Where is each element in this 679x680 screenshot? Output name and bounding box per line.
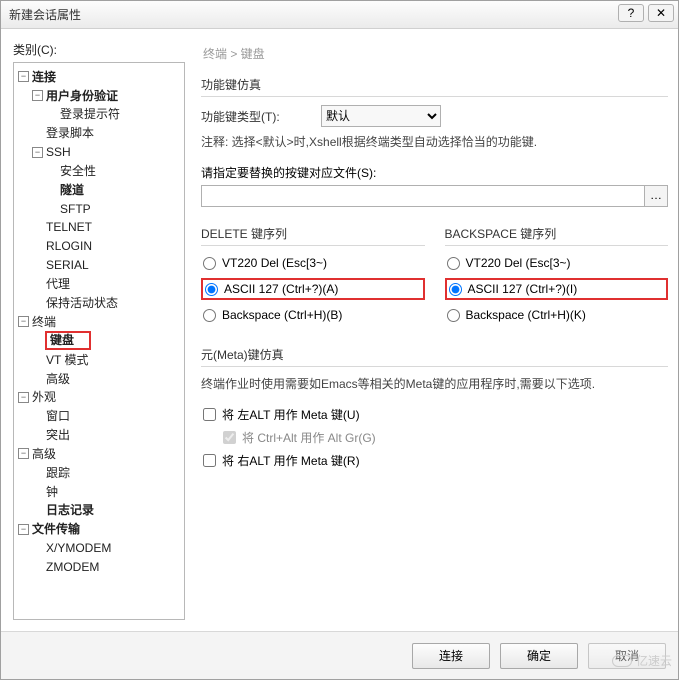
window-title: 新建会话属性 — [9, 6, 81, 23]
radio-del-vt220[interactable]: VT220 Del (Esc[3~) — [201, 254, 425, 272]
tree-sftp[interactable]: SFTP — [59, 202, 92, 216]
tree-terminal[interactable]: 终端 — [31, 315, 57, 329]
chk-right-alt-meta[interactable]: 将 右ALT 用作 Meta 键(R) — [203, 452, 668, 469]
radio-bs-backspace[interactable]: Backspace (Ctrl+H)(K) — [445, 306, 669, 324]
tree-rlogin[interactable]: RLOGIN — [45, 239, 93, 253]
tree-connect[interactable]: 连接 — [31, 70, 57, 84]
help-button[interactable]: ? — [618, 4, 644, 22]
group-function-keys: 功能键仿真 功能键类型(T): 默认 注释: 选择<默认>时,Xshell根据终… — [201, 76, 668, 207]
group-meta-keys: 元(Meta)键仿真 终端作业时使用需要如Emacs等相关的Meta键的应用程序… — [201, 346, 668, 469]
expand-icon[interactable]: − — [18, 392, 29, 403]
breadcrumb: 终端 > 键盘 — [203, 45, 668, 62]
tree-proxy[interactable]: 代理 — [45, 277, 71, 291]
tree-window[interactable]: 窗口 — [45, 409, 71, 423]
category-label: 类别(C): — [13, 41, 185, 58]
close-button[interactable]: ✕ — [648, 4, 674, 22]
tree-ssh[interactable]: SSH — [45, 145, 72, 159]
tree-advanced[interactable]: 高级 — [31, 447, 57, 461]
expand-icon[interactable]: − — [32, 147, 43, 158]
tree-script[interactable]: 登录脚本 — [45, 126, 95, 140]
fnkey-type-label: 功能键类型(T): — [201, 108, 321, 125]
tree-telnet[interactable]: TELNET — [45, 220, 93, 234]
title-bar: 新建会话属性 ? ✕ — [1, 1, 678, 29]
expand-icon[interactable]: − — [32, 90, 43, 101]
group-title: BACKSPACE 键序列 — [445, 225, 669, 246]
tree-tunnel[interactable]: 隧道 — [59, 183, 85, 197]
dialog-window: 新建会话属性 ? ✕ 类别(C): −连接 −用户身份验证 登录提示符 登录脚本… — [0, 0, 679, 680]
expand-icon[interactable]: − — [18, 71, 29, 82]
tree-logging[interactable]: 日志记录 — [45, 503, 95, 517]
chk-ctrl-alt-altgr: 将 Ctrl+Alt 用作 Alt Gr(G) — [223, 429, 668, 446]
tree-auth[interactable]: 用户身份验证 — [45, 89, 119, 103]
radio-bs-vt220[interactable]: VT220 Del (Esc[3~) — [445, 254, 669, 272]
chk-left-alt-meta[interactable]: 将 左ALT 用作 Meta 键(U) — [203, 406, 668, 423]
keymap-file-label: 请指定要替换的按键对应文件(S): — [201, 164, 668, 181]
tree-selected: 键盘 — [45, 331, 91, 350]
tree-prompt[interactable]: 登录提示符 — [59, 107, 121, 121]
group-title: 元(Meta)键仿真 — [201, 346, 668, 367]
tree-keepalive[interactable]: 保持活动状态 — [45, 296, 119, 310]
fnkey-type-select[interactable]: 默认 — [321, 105, 441, 127]
tree-security[interactable]: 安全性 — [59, 164, 97, 178]
group-backspace-seq: BACKSPACE 键序列 VT220 Del (Esc[3~) ASCII 1… — [445, 225, 669, 330]
meta-hint: 终端作业时使用需要如Emacs等相关的Meta键的应用程序时,需要以下选项. — [201, 375, 668, 392]
tree-filetransfer[interactable]: 文件传输 — [31, 522, 81, 536]
group-title: 功能键仿真 — [201, 76, 668, 97]
ok-button[interactable]: 确定 — [500, 643, 578, 669]
expand-icon[interactable]: − — [18, 524, 29, 535]
radio-bs-ascii127[interactable]: ASCII 127 (Ctrl+?)(I) — [445, 278, 669, 300]
radio-del-backspace[interactable]: Backspace (Ctrl+H)(B) — [201, 306, 425, 324]
expand-icon[interactable]: − — [18, 316, 29, 327]
group-title: DELETE 键序列 — [201, 225, 425, 246]
tree-serial[interactable]: SERIAL — [45, 258, 90, 272]
radio-del-ascii127[interactable]: ASCII 127 (Ctrl+?)(A) — [201, 278, 425, 300]
tree-keyboard[interactable]: 键盘 — [49, 333, 75, 347]
settings-panel: 终端 > 键盘 功能键仿真 功能键类型(T): 默认 注释: 选择<默认>时,X… — [185, 41, 668, 625]
tree-xymodem[interactable]: X/YMODEM — [45, 541, 112, 555]
tree-bell[interactable]: 钟 — [45, 485, 59, 499]
keymap-file-input[interactable] — [201, 185, 645, 207]
group-delete-seq: DELETE 键序列 VT220 Del (Esc[3~) ASCII 127 … — [201, 225, 425, 330]
browse-button[interactable]: … — [644, 185, 668, 207]
tree-appearance[interactable]: 外观 — [31, 390, 57, 404]
tree-vtmode[interactable]: VT 模式 — [45, 353, 89, 367]
category-tree[interactable]: −连接 −用户身份验证 登录提示符 登录脚本 −SSH 安全性 隧道 SFTP — [13, 62, 185, 620]
tree-highlight[interactable]: 突出 — [45, 428, 71, 442]
tree-adv1[interactable]: 高级 — [45, 372, 71, 386]
cancel-button[interactable]: 取消 — [588, 643, 666, 669]
connect-button[interactable]: 连接 — [412, 643, 490, 669]
tree-trace[interactable]: 跟踪 — [45, 466, 71, 480]
dialog-footer: 连接 确定 取消 亿速云 — [1, 631, 678, 679]
fnkey-hint: 注释: 选择<默认>时,Xshell根据终端类型自动选择恰当的功能键. — [201, 133, 668, 150]
tree-zmodem[interactable]: ZMODEM — [45, 560, 100, 574]
expand-icon[interactable]: − — [18, 448, 29, 459]
